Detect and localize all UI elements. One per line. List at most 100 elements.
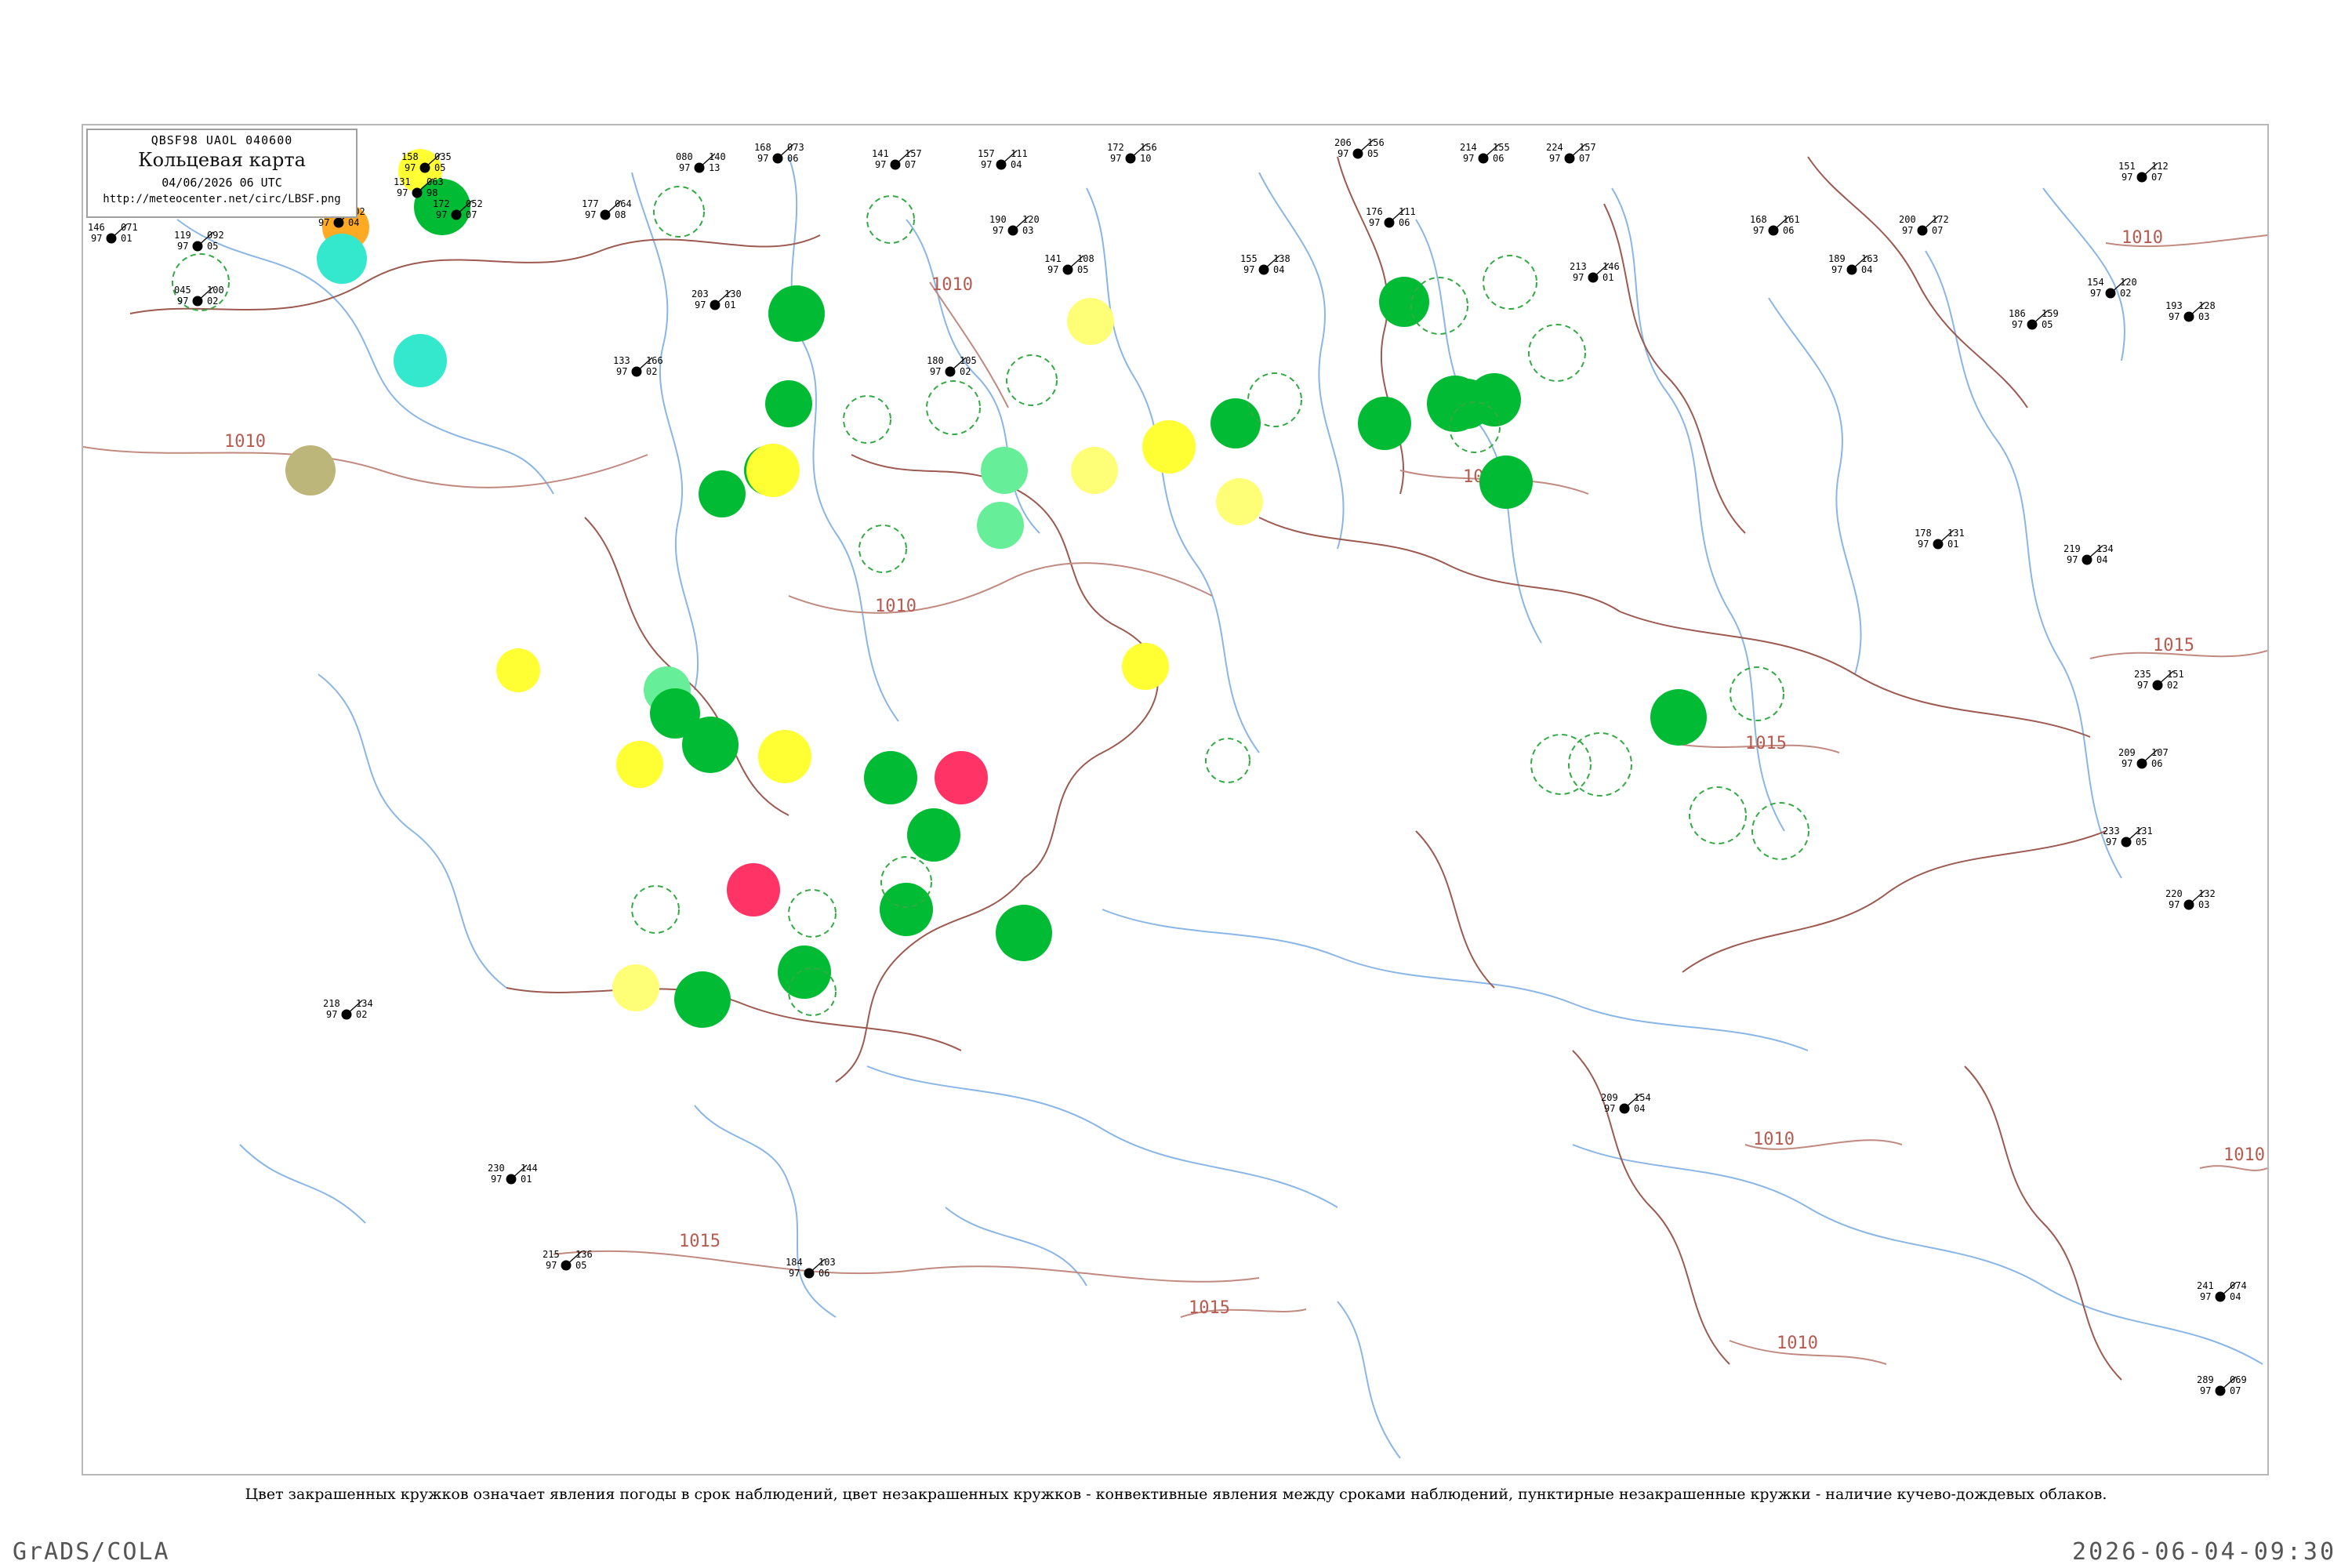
pressure-value: 157 xyxy=(905,148,922,159)
station-circle xyxy=(1588,272,1599,283)
dewpoint-value: 97 xyxy=(2106,837,2117,848)
isobars-layer: 1010 1010 1010 1010 1010 1015 1015 1015 1010 1010… xyxy=(83,228,2267,1365)
weather-circle-filled xyxy=(768,285,825,342)
temperature-value: 289 xyxy=(2197,1374,2214,1385)
temperature-value: 184 xyxy=(786,1257,803,1268)
map-frame: 1010101010101010101010151015101510101010… xyxy=(82,124,2269,1475)
station-circle xyxy=(1846,264,1857,275)
pressure-tendency: 05 xyxy=(434,162,445,173)
station-plot: 230 14401 97 xyxy=(488,1163,538,1185)
pressure-value: 155 xyxy=(1493,142,1510,153)
station-circle xyxy=(1125,153,1136,164)
pressure-value: 138 xyxy=(1273,253,1290,264)
cb-circle-dashed xyxy=(1568,732,1632,797)
dewpoint-value: 97 xyxy=(679,162,690,173)
dewpoint-value: 97 xyxy=(2012,319,2023,330)
pressure-value: 163 xyxy=(1861,253,1878,264)
weather-circle-filled xyxy=(935,751,988,804)
map-url[interactable]: http://meteocenter.net/circ/LBSF.png xyxy=(88,193,356,205)
dewpoint-value: 97 xyxy=(1463,153,1474,164)
map-title-box: QBSF98 UAOL 040600 Кольцевая карта 04/06… xyxy=(86,129,358,218)
dewpoint-value: 97 xyxy=(1831,264,1842,275)
pressure-tendency: 06 xyxy=(2151,758,2162,769)
pressure-tendency: 06 xyxy=(1783,225,1794,236)
station-circle xyxy=(1258,264,1269,275)
dewpoint-value: 97 xyxy=(930,366,941,377)
station-circle xyxy=(106,233,117,244)
pressure-tendency: 02 xyxy=(646,366,657,377)
software-credit: GrADS/COLA xyxy=(13,1538,170,1566)
station-circle xyxy=(1564,153,1575,164)
weather-circle-filled xyxy=(394,334,447,387)
isobar-label: 1010 xyxy=(1753,1130,1795,1149)
temperature-value: 209 xyxy=(2118,747,2136,758)
cb-circle-dashed xyxy=(1530,734,1592,795)
pressure-value: 156 xyxy=(1140,142,1157,153)
dewpoint-value: 97 xyxy=(405,162,416,173)
dewpoint-value: 97 xyxy=(546,1260,557,1271)
pressure-value: 120 xyxy=(2120,277,2137,288)
weather-circle-filled xyxy=(996,905,1052,961)
station-circle xyxy=(2183,899,2194,910)
temperature-value: 146 xyxy=(88,222,105,233)
weather-circle-filled xyxy=(612,964,659,1011)
pressure-value: 132 xyxy=(2198,888,2216,899)
weather-circle-filled xyxy=(1122,643,1169,690)
pressure-value: 092 xyxy=(207,230,224,241)
pressure-tendency: 07 xyxy=(1579,153,1590,164)
station-circle xyxy=(804,1268,815,1279)
weather-circle-filled xyxy=(981,447,1028,494)
dewpoint-value: 97 xyxy=(695,299,706,310)
pressure-tendency: 05 xyxy=(2136,837,2147,848)
cb-circle-dashed xyxy=(843,395,891,444)
pressure-tendency: 07 xyxy=(905,159,916,170)
pressure-value: 074 xyxy=(2230,1280,2247,1291)
isobar-label: 1015 xyxy=(1189,1298,1230,1318)
isobar-line xyxy=(2199,1165,2267,1171)
temperature-value: 219 xyxy=(2063,543,2081,554)
station-plot: 289 06907 97 xyxy=(2197,1374,2247,1396)
station-circle xyxy=(506,1174,517,1185)
pressure-tendency: 04 xyxy=(1634,1103,1645,1114)
pressure-tendency: 10 xyxy=(1140,153,1151,164)
pressure-tendency: 03 xyxy=(1022,225,1033,236)
isobar-label: 1010 xyxy=(1777,1334,1818,1353)
pressure-value: 131 xyxy=(1947,528,1965,539)
station-plot: 190 12003 97 xyxy=(989,214,1040,236)
station-plot: 193 12803 97 xyxy=(2165,300,2216,322)
station-plot: 146 07101 97 xyxy=(88,222,138,244)
render-timestamp: 2026-06-04-09:30 xyxy=(2072,1538,2336,1566)
station-plot: 155 13804 97 xyxy=(1240,253,1290,275)
pressure-value: 140 xyxy=(709,151,726,162)
dewpoint-value: 97 xyxy=(1573,272,1584,283)
station-plot: 209 10706 97 xyxy=(2118,747,2169,769)
station-plot: 172 15610 97 xyxy=(1107,142,1157,164)
station-plot: 224 15707 97 xyxy=(1546,142,1596,164)
temperature-value: 176 xyxy=(1366,206,1383,217)
station-plot: 177 06408 97 xyxy=(582,198,632,220)
station-circle xyxy=(890,159,901,170)
station-circle xyxy=(1768,225,1779,236)
dewpoint-value: 97 xyxy=(1369,217,1380,228)
station-plots-layer: 158 0350597131 0639897172 0520797177 0640897… xyxy=(88,137,2247,1396)
station-plot: 219 13404 97 xyxy=(2063,543,2114,565)
pressure-value: 146 xyxy=(1602,261,1620,272)
dewpoint-value: 97 xyxy=(326,1009,337,1020)
station-circle xyxy=(694,162,705,173)
station-circle xyxy=(1007,225,1018,236)
pressure-value: 111 xyxy=(1399,206,1416,217)
pressure-tendency: 02 xyxy=(356,1009,367,1020)
temperature-value: 220 xyxy=(2165,888,2183,899)
weather-circle-filled xyxy=(699,470,746,517)
pressure-tendency: 04 xyxy=(1011,159,1022,170)
weather-circle-filled xyxy=(758,730,811,783)
temperature-value: 168 xyxy=(754,142,771,153)
isobar-line xyxy=(553,1250,1260,1283)
pressure-value: 172 xyxy=(1932,214,1949,225)
station-plot: 157 11104 97 xyxy=(978,148,1028,170)
weather-circle-filled xyxy=(1210,398,1261,448)
pressure-tendency: 01 xyxy=(724,299,735,310)
station-circle xyxy=(451,209,462,220)
dewpoint-value: 97 xyxy=(981,159,992,170)
station-plot: 045 10002 97 xyxy=(174,285,224,307)
